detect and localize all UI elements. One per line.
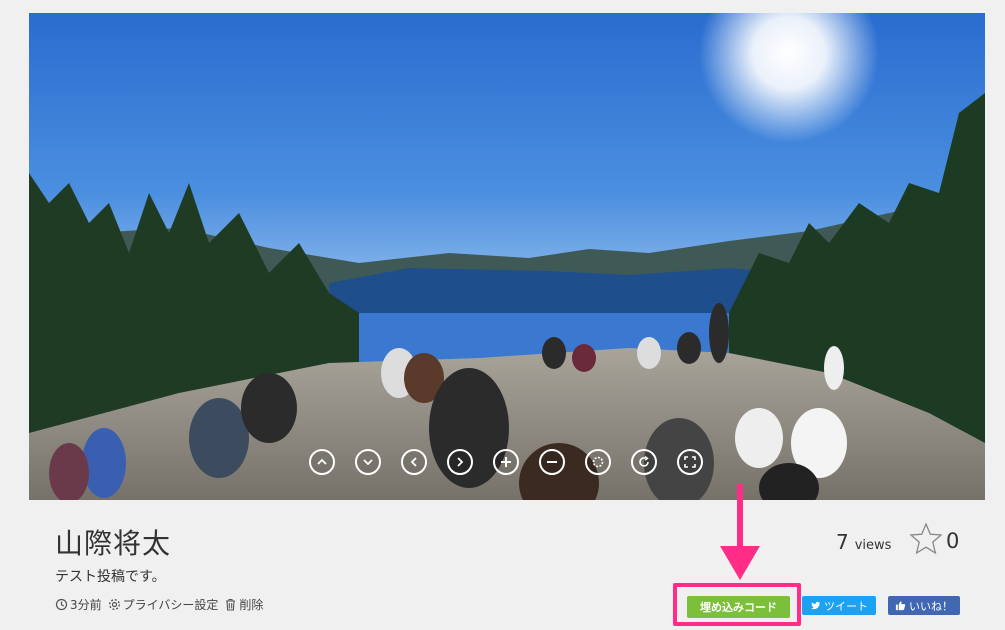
page: 山際将太 テスト投稿です。 3分前 プライバシー設定 削除 7 views 0 … bbox=[0, 0, 1005, 630]
views-unit: views bbox=[854, 538, 892, 553]
tweet-button[interactable]: ツイート bbox=[802, 596, 876, 615]
clock-icon bbox=[55, 598, 68, 610]
delete-label: 削除 bbox=[239, 597, 264, 612]
privacy-settings-label: プライバシー設定 bbox=[122, 597, 219, 612]
pan-right-icon[interactable] bbox=[447, 449, 473, 475]
like-label: いいね！ bbox=[909, 599, 953, 613]
privacy-settings-link[interactable]: プライバシー設定 bbox=[108, 596, 219, 613]
view-count: 7 views bbox=[836, 530, 891, 554]
tilt-up-icon[interactable] bbox=[309, 449, 335, 475]
thumbs-up-icon bbox=[895, 601, 906, 611]
zoom-in-icon[interactable] bbox=[493, 449, 519, 475]
post-caption: テスト投稿です。 bbox=[55, 569, 166, 585]
embed-code-button[interactable]: 埋め込みコード bbox=[687, 596, 790, 618]
panorama-viewer[interactable] bbox=[29, 13, 985, 500]
views-number: 7 bbox=[836, 530, 849, 554]
favorite-count: 0 bbox=[946, 529, 960, 553]
zoom-out-icon[interactable] bbox=[539, 449, 565, 475]
viewer-controls bbox=[29, 449, 985, 475]
auto-rotate-icon[interactable] bbox=[585, 449, 611, 475]
fullscreen-icon[interactable] bbox=[677, 449, 703, 475]
reset-view-icon[interactable] bbox=[631, 449, 657, 475]
twitter-bird-icon bbox=[810, 601, 821, 610]
tilt-down-icon[interactable] bbox=[355, 449, 381, 475]
post-time: 3分前 bbox=[55, 596, 102, 613]
facebook-like-button[interactable]: いいね！ bbox=[888, 596, 960, 615]
time-ago: 3分前 bbox=[70, 597, 102, 612]
author-name: 山際将太 bbox=[55, 527, 172, 560]
post-meta: 3分前 プライバシー設定 削除 bbox=[55, 596, 269, 612]
pan-left-icon[interactable] bbox=[401, 449, 427, 475]
gear-icon bbox=[108, 598, 120, 610]
trash-icon bbox=[226, 598, 236, 611]
tweet-label: ツイート bbox=[824, 599, 868, 613]
star-icon[interactable] bbox=[909, 522, 943, 556]
panorama-image[interactable] bbox=[29, 13, 985, 500]
delete-link[interactable]: 削除 bbox=[224, 596, 263, 613]
